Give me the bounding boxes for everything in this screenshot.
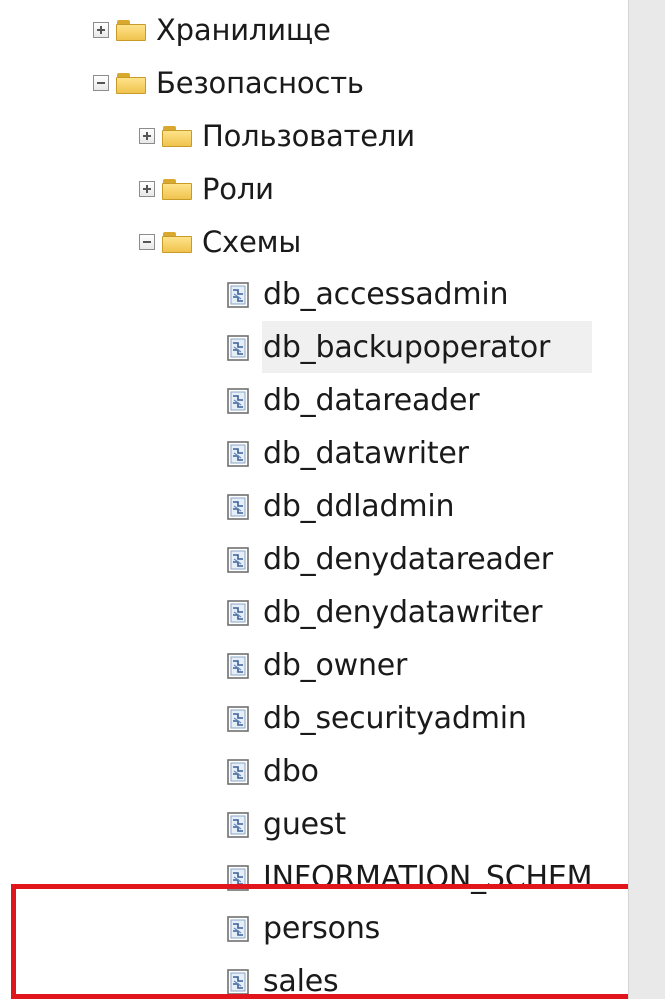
folder-icon [162, 125, 192, 147]
schema-icon [227, 282, 249, 308]
schema-label: INFORMATION_SCHEM [263, 860, 593, 895]
expand-plus-icon[interactable] [139, 181, 155, 197]
schema-icon [227, 706, 249, 732]
schema-icon [227, 653, 249, 679]
schema-icon [227, 600, 249, 626]
schema-item-db-datareader[interactable]: db_datareader [227, 375, 480, 427]
schema-label: sales [263, 964, 339, 999]
schema-label: guest [263, 807, 346, 842]
schema-icon [227, 335, 249, 361]
folder-icon [116, 72, 146, 94]
tree-node-roles[interactable]: Роли [139, 163, 274, 215]
schema-label: db_datareader [263, 383, 480, 418]
schema-icon [227, 865, 249, 891]
schema-label: db_ddladmin [263, 489, 455, 524]
vertical-scrollbar[interactable] [628, 0, 665, 999]
schema-label: db_accessadmin [263, 277, 509, 312]
schema-label: db_denydatareader [263, 542, 553, 577]
schema-item-db-owner[interactable]: db_owner [227, 640, 407, 692]
object-explorer-tree: Хранилище Безопасность Пользователи Роли… [0, 0, 628, 999]
schema-item-db-securityadmin[interactable]: db_securityadmin [227, 693, 527, 745]
schema-icon [227, 759, 249, 785]
tree-node-label: Хранилище [156, 13, 331, 47]
tree-node-label: Роли [202, 172, 274, 206]
folder-icon [116, 19, 146, 41]
expand-plus-icon[interactable] [139, 128, 155, 144]
folder-icon [162, 178, 192, 200]
schema-item-guest[interactable]: guest [227, 799, 346, 851]
tree-node-label: Схемы [202, 225, 302, 259]
schema-item-db-accessadmin[interactable]: db_accessadmin [227, 269, 509, 321]
schema-label: persons [263, 911, 381, 946]
tree-node-storage[interactable]: Хранилище [93, 4, 331, 56]
schema-label: db_owner [263, 648, 408, 683]
expand-plus-icon[interactable] [93, 22, 109, 38]
tree-node-security[interactable]: Безопасность [93, 57, 364, 109]
schema-icon [227, 969, 249, 995]
schema-label: db_datawriter [263, 436, 469, 471]
schema-item-db-ddladmin[interactable]: db_ddladmin [227, 481, 455, 533]
schema-icon [227, 547, 249, 573]
schema-item-sales[interactable]: sales [227, 956, 339, 999]
tree-node-label: Безопасность [156, 66, 364, 100]
schema-icon [227, 494, 249, 520]
schema-label: dbo [263, 754, 319, 789]
schema-label: db_denydatawriter [263, 595, 543, 630]
tree-node-users[interactable]: Пользователи [139, 110, 415, 162]
folder-icon [162, 231, 192, 253]
collapse-minus-icon[interactable] [93, 75, 109, 91]
schema-item-persons[interactable]: persons [227, 903, 380, 955]
schema-icon [227, 812, 249, 838]
schema-label: db_securityadmin [263, 701, 527, 736]
collapse-minus-icon[interactable] [139, 234, 155, 250]
schema-item-dbo[interactable]: dbo [227, 746, 319, 798]
schema-icon [227, 388, 249, 414]
schema-item-db-backupoperator[interactable]: db_backupoperator [227, 322, 550, 374]
schema-item-db-datawriter[interactable]: db_datawriter [227, 428, 469, 480]
schema-icon [227, 441, 249, 467]
schema-icon [227, 916, 249, 942]
schema-item-information-schema[interactable]: INFORMATION_SCHEM [227, 852, 592, 904]
schema-item-db-denydatawriter[interactable]: db_denydatawriter [227, 587, 542, 639]
schema-item-db-denydatareader[interactable]: db_denydatareader [227, 534, 553, 586]
tree-node-label: Пользователи [202, 119, 415, 153]
schema-label: db_backupoperator [263, 330, 551, 365]
tree-node-schemas[interactable]: Схемы [139, 216, 301, 268]
